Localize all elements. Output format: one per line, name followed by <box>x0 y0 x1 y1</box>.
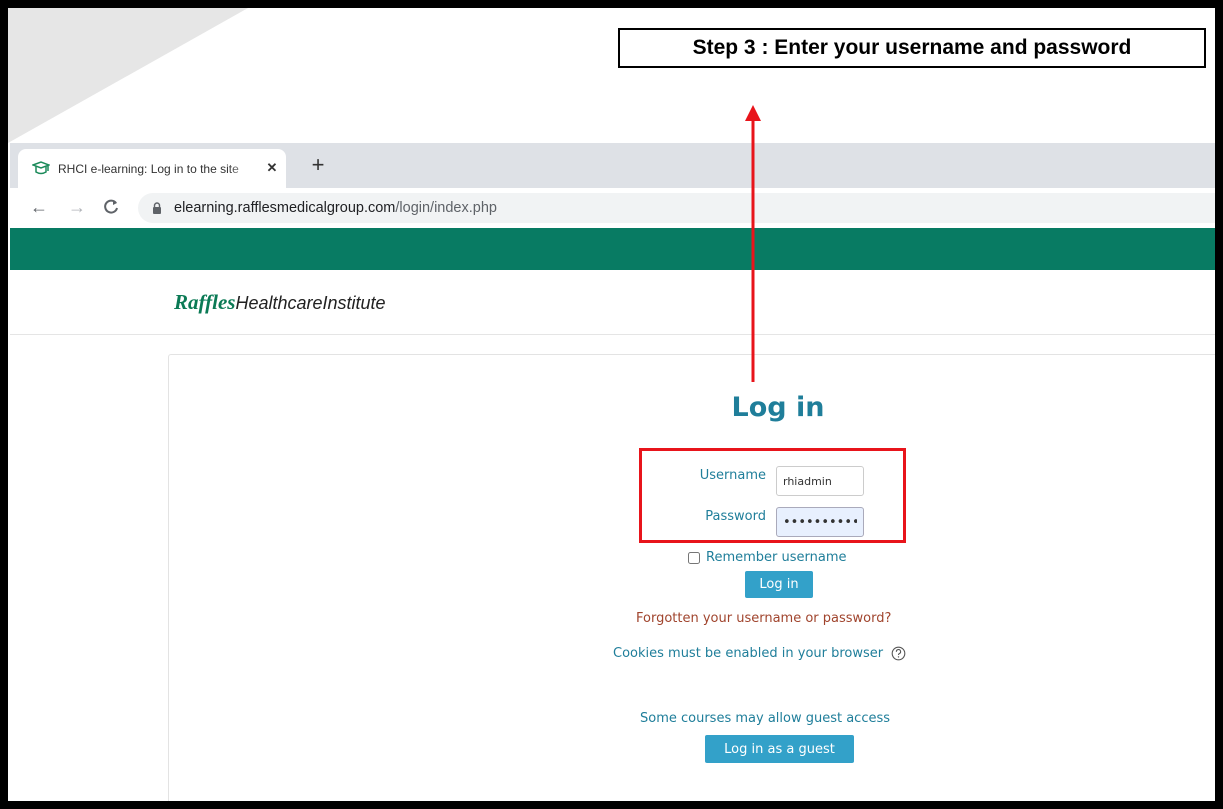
guest-login-button[interactable]: Log in as a guest <box>705 735 854 763</box>
screenshot-frame: Step 3 : Enter your username and passwor… <box>0 0 1223 809</box>
password-input[interactable] <box>776 507 864 537</box>
forgot-password-link[interactable]: Forgotten your username or password? <box>636 611 891 626</box>
logo-text-raffles: Raffles <box>174 290 236 314</box>
browser-tab-bar: RHCI e-learning: Log in to the site ✕ + <box>10 143 1215 188</box>
browser-address-bar: ← → elearning.rafflesmedicalgroup.com/lo… <box>10 188 1215 228</box>
url-path: /login/index.php <box>395 200 497 216</box>
site-logo[interactable]: RafflesHealthcareInstitute <box>174 290 386 315</box>
back-arrow-icon[interactable]: ← <box>28 196 50 218</box>
cookies-notice-text: Cookies must be enabled in your browser <box>613 646 884 661</box>
reload-icon[interactable] <box>102 198 120 216</box>
credentials-highlight-box <box>639 448 906 543</box>
cookies-notice: Cookies must be enabled in your browser <box>613 646 906 661</box>
site-brand-bar: RafflesHealthcareInstitute <box>10 270 1215 335</box>
screenshot-content: Step 3 : Enter your username and passwor… <box>8 8 1215 801</box>
browser-tab-title: RHCI e-learning: Log in to the site <box>58 161 239 176</box>
browser-tab[interactable]: RHCI e-learning: Log in to the site ✕ <box>18 149 286 188</box>
login-title: Log in <box>731 392 825 423</box>
step-annotation-text: Step 3 : Enter your username and passwor… <box>692 36 1132 59</box>
username-label: Username <box>699 468 766 483</box>
remember-username-label: Remember username <box>706 550 847 565</box>
lock-icon <box>153 202 161 214</box>
remember-username-checkbox[interactable] <box>688 551 700 564</box>
site-header-bar <box>10 228 1215 270</box>
forward-arrow-icon[interactable]: → <box>66 196 88 218</box>
login-button[interactable]: Log in <box>745 571 813 598</box>
username-input[interactable] <box>776 466 864 496</box>
close-tab-icon[interactable]: ✕ <box>264 160 280 176</box>
remember-username[interactable]: Remember username <box>688 550 847 565</box>
arrow-head <box>745 105 761 121</box>
step-annotation: Step 3 : Enter your username and passwor… <box>618 28 1206 68</box>
password-label: Password <box>705 509 766 524</box>
url-field[interactable]: elearning.rafflesmedicalgroup.com/login/… <box>138 193 1215 223</box>
logo-text-institute: HealthcareInstitute <box>235 293 386 313</box>
question-circle-icon[interactable] <box>891 646 906 661</box>
background-decoration <box>8 8 248 143</box>
new-tab-icon[interactable]: + <box>306 153 330 177</box>
graduation-cap-icon <box>32 160 50 174</box>
url-host: elearning.rafflesmedicalgroup.com <box>174 200 396 216</box>
guest-access-text: Some courses may allow guest access <box>640 711 891 726</box>
